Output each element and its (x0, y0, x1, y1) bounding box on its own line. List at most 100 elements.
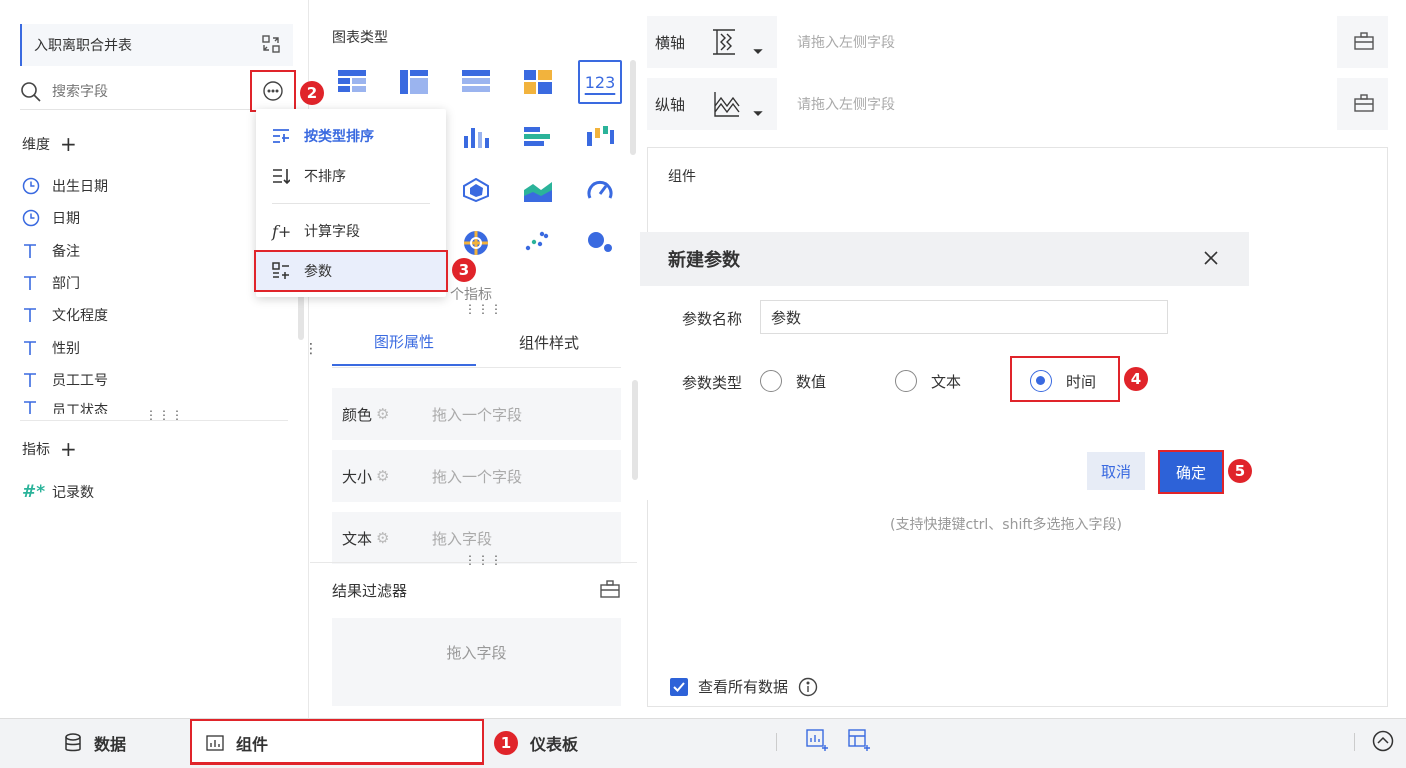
dataset-name: 入职离职合并表 (34, 38, 132, 54)
dashboard-tab[interactable]: 仪表板 (530, 731, 578, 755)
kpi-chart-selected[interactable]: 123 (578, 60, 622, 104)
step-badge-1: 1 (494, 731, 518, 755)
tab-component-style[interactable]: 组件样式 (477, 318, 621, 366)
menu-no-sort-label: 不排序 (304, 169, 346, 185)
dimension-field[interactable]: 日期 (22, 206, 80, 230)
color-property[interactable]: 颜色 ⚙ 拖入一个字段 (332, 388, 621, 440)
y-axis-type-icon[interactable] (711, 90, 763, 120)
radio-circle-selected[interactable] (1030, 370, 1052, 392)
x-axis-settings-icon[interactable] (1354, 32, 1374, 50)
menu-sort-by-type[interactable]: 按类型排序 (256, 117, 446, 155)
dimensions-header: 维度 + (22, 132, 77, 156)
menu-parameter[interactable]: 参数 (254, 250, 448, 292)
treemap-icon[interactable] (524, 70, 552, 94)
text-t-icon (22, 275, 42, 291)
gauge-chart-icon[interactable] (586, 178, 614, 202)
cross-table-icon[interactable] (400, 70, 428, 94)
dashboard-tab-label: 仪表板 (530, 735, 579, 754)
y-axis-drop-zone[interactable]: 请拖入左侧字段 (777, 78, 1337, 130)
component-tab[interactable]: 组件 (190, 719, 484, 765)
mid-resize-handle[interactable]: ⋮⋮⋮ (464, 302, 503, 316)
filter-resize-handle[interactable]: ⋮⋮⋮ (464, 553, 503, 567)
chart-config-panel: 图表类型 123 个指标 ⋮⋮⋮ 图形属性 组件样式 颜色 ⚙ 拖入一个字段 大小… (310, 0, 638, 718)
filter-drop-zone[interactable]: 拖入字段 (332, 618, 621, 706)
tab-graphic-attributes[interactable]: 图形属性 (332, 318, 476, 366)
switch-dataset-icon[interactable] (261, 34, 281, 54)
table-chart-icon[interactable] (338, 70, 366, 94)
chart-type-scrollbar[interactable] (630, 60, 636, 155)
y-axis-label: 纵轴 (655, 96, 686, 114)
data-tab[interactable]: 数据 (64, 731, 126, 755)
x-axis-row: 横轴 请拖入左侧字段 (647, 16, 1388, 68)
step-badge-3: 3 (452, 258, 476, 282)
dimension-label: 员工工号 (52, 373, 108, 389)
confirm-button[interactable]: 确定 (1158, 450, 1224, 494)
x-axis-placeholder: 请拖入左侧字段 (797, 35, 895, 51)
text-drop-hint: 拖入字段 (432, 529, 493, 548)
detail-table-icon[interactable] (462, 70, 490, 94)
text-t-icon (22, 243, 42, 259)
close-icon[interactable] (1201, 248, 1221, 268)
checkbox-checked-icon[interactable] (670, 677, 688, 696)
kpi-chart-label: 123 (584, 72, 616, 92)
sort-by-type-icon (272, 128, 290, 144)
divider (310, 562, 637, 563)
dataset-selector[interactable]: 入职离职合并表 (20, 24, 293, 66)
dimension-label: 性别 (52, 341, 80, 357)
x-axis-drop-zone[interactable]: 请拖入左侧字段 (777, 16, 1337, 68)
radio-time-label: 时间 (1066, 372, 1097, 391)
add-dimension-icon[interactable]: + (60, 132, 77, 156)
radio-circle[interactable] (760, 370, 782, 392)
radar-chart-icon[interactable] (462, 178, 490, 202)
dimension-field[interactable]: 出生日期 (22, 174, 108, 198)
radio-time[interactable]: 时间 (1030, 370, 1096, 392)
gear-icon[interactable]: ⚙ (376, 529, 389, 547)
radio-number[interactable]: 数值 (760, 370, 826, 392)
bar-chart-icon[interactable] (462, 126, 490, 148)
param-name-input[interactable]: 参数 (760, 300, 1168, 334)
globe-map-icon[interactable] (462, 230, 490, 256)
measure-label: 记录数 (52, 485, 94, 501)
clock-icon (22, 177, 42, 195)
divider (20, 420, 288, 421)
radio-text[interactable]: 文本 (895, 370, 961, 392)
area-chart-icon[interactable] (524, 178, 552, 202)
waterfall-icon[interactable] (586, 126, 614, 148)
dimension-field[interactable]: 员工工号 (22, 368, 108, 392)
menu-parameter-label: 参数 (304, 264, 332, 280)
text-t-icon (22, 340, 42, 356)
search-input[interactable] (52, 83, 242, 100)
menu-no-sort[interactable]: 不排序 (256, 157, 446, 195)
add-dashboard-icon[interactable] (848, 729, 870, 751)
filter-drop-hint: 拖入字段 (446, 643, 507, 662)
cancel-button[interactable]: 取消 (1087, 452, 1145, 490)
dimension-field[interactable]: 员工状态 (22, 400, 108, 414)
more-options-button[interactable] (250, 70, 296, 112)
bubble-chart-icon[interactable] (586, 230, 614, 256)
gear-icon[interactable]: ⚙ (376, 467, 389, 485)
dimension-label: 出生日期 (52, 179, 108, 195)
y-axis-settings-icon[interactable] (1354, 94, 1374, 112)
measure-field[interactable]: #* 记录数 (22, 480, 94, 504)
collapse-up-icon[interactable] (1372, 730, 1394, 752)
info-icon[interactable] (798, 677, 818, 697)
scatter-chart-icon[interactable] (524, 230, 552, 256)
size-property[interactable]: 大小 ⚙ 拖入一个字段 (332, 450, 621, 502)
dimension-field[interactable]: 备注 (22, 239, 80, 263)
attribute-tabs: 图形属性 组件样式 (332, 318, 621, 368)
radio-circle[interactable] (895, 370, 917, 392)
horizontal-bar-icon[interactable] (524, 126, 552, 148)
filter-settings-icon[interactable] (600, 580, 620, 598)
add-component-icon[interactable] (806, 729, 828, 751)
menu-calculated-field[interactable]: f+ 计算字段 (256, 212, 446, 250)
chart-type-title: 图表类型 (332, 30, 388, 46)
props-scrollbar[interactable] (632, 380, 638, 480)
gear-icon[interactable]: ⚙ (376, 405, 389, 423)
measures-header: 指标 + (22, 437, 77, 461)
x-axis-type-icon[interactable] (711, 28, 763, 58)
dimension-field[interactable]: 部门 (22, 271, 80, 295)
dimension-field[interactable]: 性别 (22, 336, 80, 360)
view-all-data-option[interactable]: 查看所有数据 (670, 676, 818, 697)
dimension-field[interactable]: 文化程度 (22, 303, 108, 327)
add-measure-icon[interactable]: + (60, 437, 77, 461)
